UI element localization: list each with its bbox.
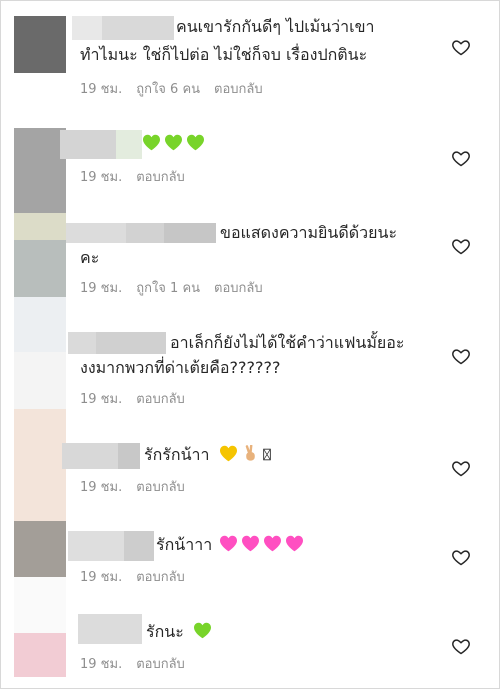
- username-redacted[interactable]: [62, 443, 140, 469]
- comment-meta: 19 ชม. ถูกใจ 1 คน ตอบกลับ: [80, 277, 277, 298]
- heart-outline-icon[interactable]: [451, 148, 471, 168]
- green-heart-emoji: [187, 134, 204, 151]
- comment-time: 19 ชม.: [80, 82, 123, 97]
- comment-text: [142, 132, 208, 156]
- pink-heart-emoji: [220, 535, 238, 552]
- likes-count-link[interactable]: ถูกใจ 6 คน: [136, 78, 200, 99]
- heart-outline-icon[interactable]: [451, 547, 471, 567]
- username-redacted[interactable]: [66, 223, 216, 243]
- username-redacted[interactable]: [60, 130, 142, 159]
- comment-text: รักรักน้าา: [144, 443, 274, 467]
- comment-time: 19 ชม.: [80, 570, 123, 585]
- green-heart-emoji: [165, 134, 182, 151]
- reply-link[interactable]: ตอบกลับ: [136, 388, 185, 409]
- reply-link[interactable]: ตอบกลับ: [136, 566, 185, 587]
- comment-text-content: รักรักน้าา: [144, 445, 210, 464]
- heart-outline-icon[interactable]: [451, 37, 471, 57]
- comment-text-content: รักน้าาา: [156, 535, 213, 554]
- comment-time: 19 ชม.: [80, 392, 123, 407]
- missing-glyph-box: [262, 448, 271, 461]
- avatar[interactable]: [14, 128, 66, 185]
- avatar[interactable]: [14, 409, 66, 521]
- comment-text: ขอแสดงความยินดีด้วยนะ: [220, 223, 398, 242]
- avatar[interactable]: [14, 577, 66, 677]
- username-redacted[interactable]: [68, 332, 166, 354]
- comment-meta: 19 ชม. ถูกใจ 6 คน ตอบกลับ: [80, 78, 277, 99]
- reply-link[interactable]: ตอบกลับ: [136, 166, 185, 187]
- comment-time: 19 ชม.: [80, 170, 123, 185]
- comment-text-content: รักนะ: [146, 622, 184, 641]
- reply-link[interactable]: ตอบกลับ: [214, 78, 263, 99]
- green-heart-emoji: [143, 134, 160, 151]
- likes-count-link[interactable]: ถูกใจ 1 คน: [136, 277, 200, 298]
- heart-outline-icon[interactable]: [451, 636, 471, 656]
- comment-text: คนเขารักกันดีๆ ไปเม้นว่าเขา: [176, 17, 375, 36]
- comment-text-line2: ทำไมนะ ใช่ก็ไปต่อ ไม่ใช่ก็จบ เรื่องปกติน…: [80, 45, 368, 64]
- comment-text: อาเล็กก็ยังไม่ได้ใช้คำว่าแฟนมั้ยอะ: [170, 333, 405, 352]
- yellow-heart-emoji: [219, 445, 237, 462]
- username-redacted[interactable]: [78, 614, 142, 644]
- comment-time: 19 ชม.: [80, 480, 123, 495]
- comment-meta: 19 ชม. ตอบกลับ: [80, 166, 199, 187]
- reply-link[interactable]: ตอบกลับ: [136, 653, 185, 674]
- comment-text: รักนะ: [146, 620, 215, 644]
- comment-meta: 19 ชม. ตอบกลับ: [80, 566, 199, 587]
- username-redacted[interactable]: [72, 16, 174, 40]
- avatar[interactable]: [14, 521, 66, 577]
- comment-time: 19 ชม.: [80, 281, 123, 296]
- pink-heart-emoji: [264, 535, 282, 552]
- heart-outline-icon[interactable]: [451, 458, 471, 478]
- avatar[interactable]: [14, 297, 66, 409]
- avatar[interactable]: [14, 185, 66, 297]
- comment-meta: 19 ชม. ตอบกลับ: [80, 388, 199, 409]
- heart-outline-icon[interactable]: [451, 346, 471, 366]
- pink-heart-emoji: [242, 535, 260, 552]
- username-redacted[interactable]: [68, 531, 154, 561]
- comment-text: รักน้าาา: [156, 533, 307, 557]
- reply-link[interactable]: ตอบกลับ: [136, 476, 185, 497]
- avatar[interactable]: [14, 16, 66, 73]
- comment-meta: 19 ชม. ตอบกลับ: [80, 653, 199, 674]
- comment-text-line2: งงมากพวกที่ด่าเต้ยคือ??????: [80, 358, 281, 377]
- green-heart-emoji: [193, 622, 211, 639]
- comment-time: 19 ชม.: [80, 657, 123, 672]
- pink-heart-emoji: [286, 535, 304, 552]
- reply-link[interactable]: ตอบกลับ: [214, 277, 263, 298]
- heart-outline-icon[interactable]: [451, 236, 471, 256]
- victory-hand-emoji: [245, 445, 255, 461]
- comment-text-line2: คะ: [80, 248, 100, 267]
- comment-meta: 19 ชม. ตอบกลับ: [80, 476, 199, 497]
